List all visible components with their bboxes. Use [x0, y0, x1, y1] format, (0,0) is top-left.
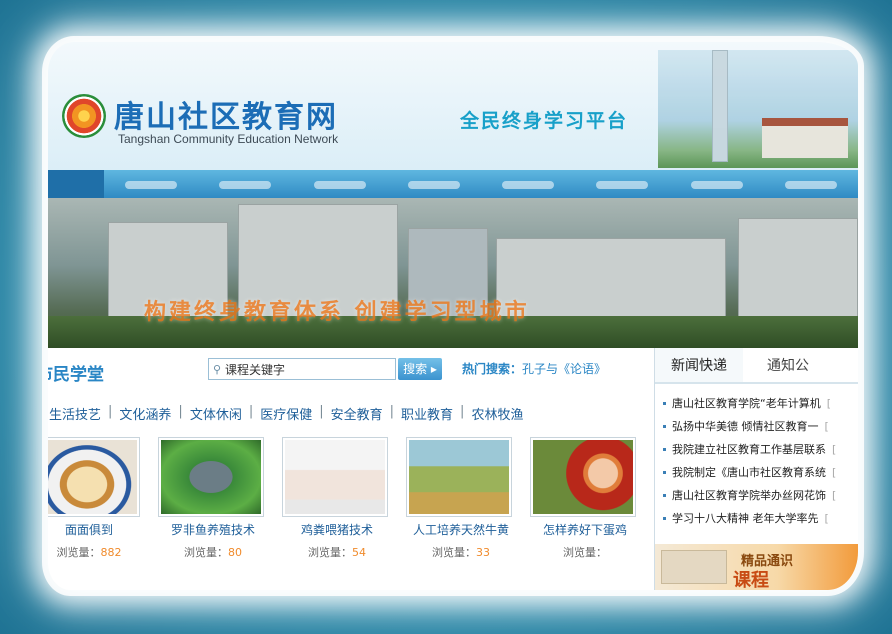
- course-promo-banner[interactable]: 精品通识 课程: [655, 544, 858, 590]
- hot-search-keyword[interactable]: 孔子与《论语》: [522, 362, 606, 376]
- news-tabs: 新闻快递 通知公: [655, 348, 858, 384]
- search-button-label: 搜索: [403, 362, 428, 376]
- site-header: 唐山社区教育网 Tangshan Community Education Net…: [48, 42, 858, 170]
- category-link[interactable]: 职业教育: [394, 404, 460, 423]
- promo-thumbnail: [661, 550, 727, 584]
- news-item[interactable]: 唐山社区教育学院举办丝网花饰[: [663, 484, 858, 507]
- course-views: 浏览量：: [563, 546, 607, 559]
- tab-news[interactable]: 新闻快递: [655, 348, 743, 382]
- course-title[interactable]: 鸡粪喂猪技术: [282, 521, 392, 538]
- nav-item-4[interactable]: [387, 170, 481, 198]
- noodle-bowl-image: [48, 440, 137, 514]
- tab-notice[interactable]: 通知公: [743, 348, 825, 382]
- news-item[interactable]: 我院建立社区教育工作基层联系[: [663, 438, 858, 461]
- course-title[interactable]: 人工培养天然牛黄: [406, 521, 516, 538]
- search-icon: ⚲: [212, 362, 222, 376]
- nav-item-home[interactable]: [48, 170, 104, 198]
- nav-item-8[interactable]: [764, 170, 858, 198]
- nav-item-7[interactable]: [670, 170, 764, 198]
- cattle-pasture-image: [409, 440, 509, 514]
- section-title: 市民学堂: [48, 365, 104, 385]
- pig-feeding-image: [285, 440, 385, 514]
- news-item[interactable]: 我院制定《唐山市社区教育系统[: [663, 461, 858, 484]
- course-views: 浏览量：80: [184, 546, 242, 559]
- promo-line-2: 课程: [733, 570, 769, 590]
- nav-item-3[interactable]: [293, 170, 387, 198]
- banner-building-far-right: [738, 218, 858, 332]
- tower-shape: [712, 50, 728, 162]
- news-item[interactable]: 唐山社区教育学院“老年计算机[: [663, 392, 858, 415]
- site-slogan: 全民终身学习平台: [460, 110, 629, 132]
- course-card[interactable]: 面面俱到 浏览量：882: [48, 437, 144, 560]
- hot-search: 热门搜索：孔子与《论语》: [462, 360, 606, 377]
- nav-item-6[interactable]: [575, 170, 669, 198]
- course-thumbnail[interactable]: [530, 437, 636, 517]
- category-link[interactable]: 安全教育: [324, 404, 390, 423]
- tilapia-fish-image: [161, 440, 261, 514]
- banner-slogan: 构建终身教育体系 创建学习型城市: [144, 300, 530, 325]
- search-input[interactable]: [225, 362, 385, 376]
- screenshot-frame: 唐山社区教育网 Tangshan Community Education Net…: [48, 42, 858, 590]
- course-thumbnail[interactable]: [406, 437, 512, 517]
- course-list: 面面俱到 浏览量：882 罗非鱼养殖技术 浏览量：80 鸡粪喂猪技术 浏览量：5…: [48, 437, 654, 587]
- hen-egg-image: [533, 440, 633, 514]
- main-nav: [48, 170, 858, 198]
- category-link[interactable]: 文体休闲: [183, 404, 249, 423]
- course-views: 浏览量：882: [56, 546, 122, 559]
- nav-item-2[interactable]: [198, 170, 292, 198]
- category-link[interactable]: 文化涵养: [112, 404, 178, 423]
- nav-item-5[interactable]: [481, 170, 575, 198]
- hero-banner: 构建终身教育体系 创建学习型城市: [48, 198, 858, 348]
- hall-shape: [762, 118, 848, 158]
- course-views: 浏览量：54: [308, 546, 366, 559]
- course-thumbnail[interactable]: [158, 437, 264, 517]
- course-card[interactable]: 鸡粪喂猪技术 浏览量：54: [282, 437, 392, 560]
- hot-search-label: 热门搜索：: [462, 362, 523, 376]
- nav-item-1[interactable]: [104, 170, 198, 198]
- category-link[interactable]: 生活技艺: [48, 404, 108, 423]
- news-item[interactable]: 学习十八大精神 老年大学率先[: [663, 507, 858, 530]
- site-logo-title[interactable]: 唐山社区教育网: [114, 92, 338, 136]
- site-logo-subtitle: Tangshan Community Education Network: [118, 132, 339, 146]
- course-card[interactable]: 人工培养天然牛黄 浏览量：33: [406, 437, 516, 560]
- logo-emblem-icon[interactable]: [62, 94, 106, 138]
- news-list: 唐山社区教育学院“老年计算机[ 弘扬中华美德 倾情社区教育一[ 我院建立社区教育…: [655, 384, 858, 530]
- category-link[interactable]: 农林牧渔: [464, 404, 530, 423]
- header-building-image: [658, 50, 858, 168]
- course-title[interactable]: 面面俱到: [48, 521, 144, 538]
- news-panel: 新闻快递 通知公 唐山社区教育学院“老年计算机[ 弘扬中华美德 倾情社区教育一[…: [654, 348, 858, 590]
- course-title[interactable]: 怎样养好下蛋鸡: [530, 521, 640, 538]
- search-box: ⚲: [208, 358, 396, 380]
- category-list: 生活技艺 | 文化涵养 | 文体休闲 | 医疗保健 | 安全教育 | 职业教育 | 农林牧渔: [48, 404, 530, 423]
- category-link[interactable]: 医疗保健: [253, 404, 319, 423]
- course-views: 浏览量：33: [432, 546, 490, 559]
- news-item[interactable]: 弘扬中华美德 倾情社区教育一[: [663, 415, 858, 438]
- search-button[interactable]: 搜索 ▸: [398, 358, 442, 380]
- course-card[interactable]: 罗非鱼养殖技术 浏览量：80: [158, 437, 268, 560]
- course-thumbnail[interactable]: [48, 437, 140, 517]
- course-card[interactable]: 怎样养好下蛋鸡 浏览量：: [530, 437, 640, 560]
- course-thumbnail[interactable]: [282, 437, 388, 517]
- course-title[interactable]: 罗非鱼养殖技术: [158, 521, 268, 538]
